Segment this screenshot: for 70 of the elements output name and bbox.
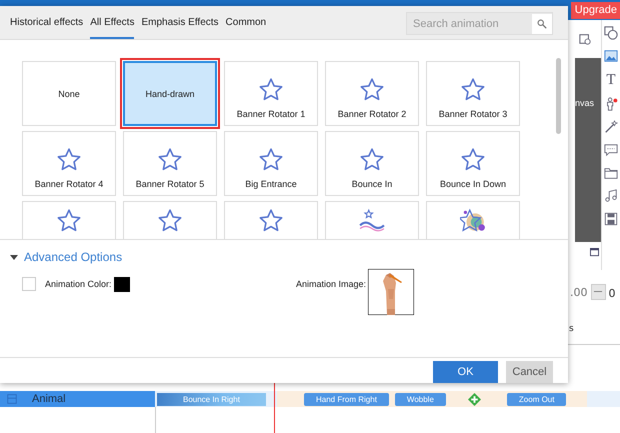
effect-label: Banner Rotator 1: [236, 109, 306, 119]
canvas-label: nvas: [575, 98, 594, 108]
stepper-value[interactable]: 0: [608, 284, 616, 300]
effect-tile[interactable]: None: [22, 61, 116, 126]
tab[interactable]: Emphasis Effects: [141, 6, 219, 39]
music-icon[interactable]: [604, 189, 618, 203]
effect-label: Hand-drawn: [145, 88, 195, 98]
text-tool[interactable]: T: [606, 72, 616, 88]
tab[interactable]: Historical effects: [10, 6, 84, 39]
add-icon[interactable]: [468, 392, 481, 406]
effect-tile[interactable]: Banner Rotator 4: [22, 131, 116, 196]
effect-label: Banner Rotator 5: [136, 179, 204, 189]
effect-tile[interactable]: Banner Rotator 1: [224, 61, 318, 126]
star-icon: [258, 208, 284, 234]
bubbles-icon: [460, 208, 486, 234]
layer-name: Animal: [32, 393, 66, 405]
shapes-icon[interactable]: [604, 26, 618, 40]
decrement-button[interactable]: —: [590, 284, 606, 300]
effect-label: Banner Rotator 2: [338, 109, 406, 119]
window-icon[interactable]: [590, 248, 599, 256]
image-icon[interactable]: [604, 49, 618, 63]
speech-bubble-icon[interactable]: [604, 143, 618, 157]
calendar-icon[interactable]: [578, 33, 590, 45]
tab[interactable]: All Effects: [90, 6, 134, 39]
layer-icon: [6, 393, 18, 405]
search-icon[interactable]: [532, 14, 552, 34]
layer-row[interactable]: Animal: [0, 391, 155, 407]
duration-value: .00: [570, 286, 588, 298]
effect-label: Big Entrance: [245, 179, 297, 189]
effect-label: Bounce In Down: [440, 179, 506, 189]
effect-tile[interactable]: Banner Rotator 3: [426, 61, 520, 126]
effect-label: Banner Rotator 4: [34, 179, 104, 189]
search-field[interactable]: Search animation: [406, 12, 553, 35]
effect-label: Banner Rotator 3: [438, 109, 508, 119]
star-icon: [157, 147, 183, 173]
scrollbar[interactable]: [556, 58, 560, 134]
tab[interactable]: Common: [226, 6, 266, 39]
star-icon: [157, 208, 183, 234]
color-swatch[interactable]: [114, 277, 130, 292]
save-icon[interactable]: [604, 212, 618, 226]
effect-tile[interactable]: Hand-drawn: [123, 61, 217, 126]
effect-tile[interactable]: Big Entrance: [224, 131, 318, 196]
option-label: Animation Color:: [45, 278, 112, 289]
section-title[interactable]: Advanced Options: [24, 250, 122, 264]
cancel-button[interactable]: Cancel: [506, 361, 553, 383]
folder-icon[interactable]: [604, 166, 618, 180]
star-icon: [258, 77, 284, 103]
effect-tile[interactable]: Bounce In: [325, 131, 419, 196]
effect-tile[interactable]: Bounce In Down: [426, 131, 520, 196]
star-icon: [359, 147, 385, 173]
star-icon: [258, 147, 284, 173]
star-icon: [460, 77, 486, 103]
option-label: Animation Image:: [296, 278, 366, 289]
star-icon: [460, 147, 486, 173]
wave-star-icon: [359, 208, 385, 234]
effect-label: None: [58, 88, 80, 98]
checkbox[interactable]: [22, 277, 36, 291]
figure-icon[interactable]: [604, 97, 618, 111]
magic-wand-icon[interactable]: [604, 120, 618, 134]
star-icon: [359, 77, 385, 103]
effect-tile[interactable]: Banner Rotator 2: [325, 61, 419, 126]
upgrade-button[interactable]: Upgrade: [570, 2, 620, 19]
search-input[interactable]: Search animation: [407, 16, 532, 30]
ok-button[interactable]: OK: [433, 361, 498, 383]
collapse-triangle-icon[interactable]: [10, 254, 18, 260]
star-icon: [56, 147, 82, 173]
star-icon: [56, 208, 82, 234]
ruler-label: s: [569, 324, 574, 334]
effect-tile[interactable]: Banner Rotator 5: [123, 131, 217, 196]
effect-label: Bounce In: [352, 179, 392, 189]
